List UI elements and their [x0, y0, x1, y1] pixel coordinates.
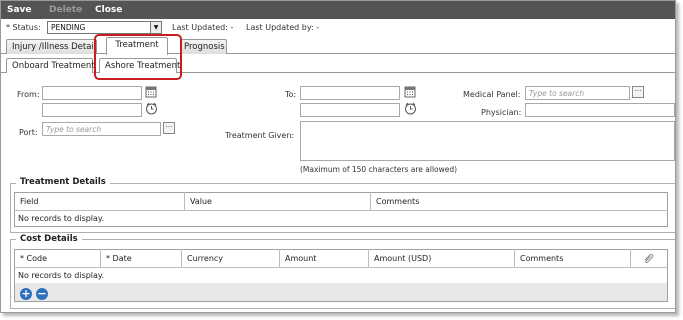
tab-injury-illness[interactable]: Injury /Illness Detail: [6, 39, 97, 54]
save-button[interactable]: Save: [7, 5, 32, 15]
column-header[interactable]: Comments: [514, 249, 631, 268]
column-header[interactable]: Amount: [279, 249, 369, 268]
column-header[interactable]: Currency: [181, 249, 280, 268]
to-date-input[interactable]: [300, 86, 400, 100]
column-header[interactable]: * Code: [14, 249, 101, 268]
window: Save Delete Close * Status: PENDING ▼ La…: [0, 0, 676, 313]
last-updated: Last Updated: -: [172, 23, 234, 32]
column-header[interactable]: * Date: [100, 249, 182, 268]
port-ellipsis-icon[interactable]: ···: [163, 122, 175, 134]
to-time-input[interactable]: [300, 103, 400, 117]
medical-panel-input[interactable]: Type to search: [525, 86, 630, 100]
last-updated-by: Last Updated by: -: [246, 23, 320, 32]
clock-icon[interactable]: [145, 102, 158, 115]
clock-icon[interactable]: [404, 102, 417, 115]
cost-details-grid: * Code * Date Currency Amount Amount (US…: [14, 249, 668, 302]
from-date-input[interactable]: [42, 86, 142, 100]
from-label: From:: [17, 90, 40, 99]
physician-input[interactable]: [525, 103, 675, 117]
column-header[interactable]: Field: [14, 192, 185, 211]
medical-panel-ellipsis-icon[interactable]: ···: [632, 86, 644, 98]
delete-button[interactable]: Delete: [49, 5, 82, 15]
remove-row-button[interactable]: −: [36, 288, 48, 300]
highlight-box: [94, 34, 182, 80]
port-input[interactable]: Type to search: [42, 122, 161, 136]
paperclip-icon: [644, 253, 654, 263]
add-row-button[interactable]: +: [20, 288, 32, 300]
calendar-icon[interactable]: [145, 86, 157, 98]
status-select[interactable]: PENDING ▼: [47, 21, 162, 34]
from-time-input[interactable]: [42, 103, 142, 117]
close-button[interactable]: Close: [95, 5, 122, 15]
tab-prognosis-label: Prognosis: [184, 42, 225, 52]
treatment-given-textarea[interactable]: [300, 121, 675, 161]
medical-panel-label: Medical Panel:: [463, 90, 521, 99]
tab-prognosis[interactable]: Prognosis: [181, 39, 227, 54]
port-label: Port:: [19, 128, 38, 137]
max-chars-note: (Maximum of 150 characters are allowed): [300, 165, 458, 174]
column-header[interactable]: Amount (USD): [368, 249, 515, 268]
tab-onboard-treatment[interactable]: Onboard Treatment: [6, 58, 95, 73]
cost-details-title: Cost Details: [16, 234, 82, 244]
treatment-details-title: Treatment Details: [16, 177, 110, 187]
status-value: PENDING: [51, 23, 86, 32]
physician-label: Physician:: [481, 108, 522, 117]
calendar-icon[interactable]: [404, 86, 416, 98]
column-header[interactable]: Value: [184, 192, 371, 211]
to-label: To:: [285, 90, 297, 99]
treatment-given-label: Treatment Given:: [225, 131, 295, 140]
toolbar: Save Delete Close: [1, 1, 675, 19]
empty-message: No records to display.: [18, 271, 105, 280]
empty-message: No records to display.: [18, 214, 105, 223]
attachment-column[interactable]: [630, 249, 668, 268]
column-header[interactable]: Comments: [370, 192, 668, 211]
chevron-down-icon[interactable]: ▼: [150, 22, 161, 33]
status-label: * Status:: [6, 23, 41, 32]
treatment-details-grid: Field Value Comments No records to displ…: [14, 192, 668, 227]
